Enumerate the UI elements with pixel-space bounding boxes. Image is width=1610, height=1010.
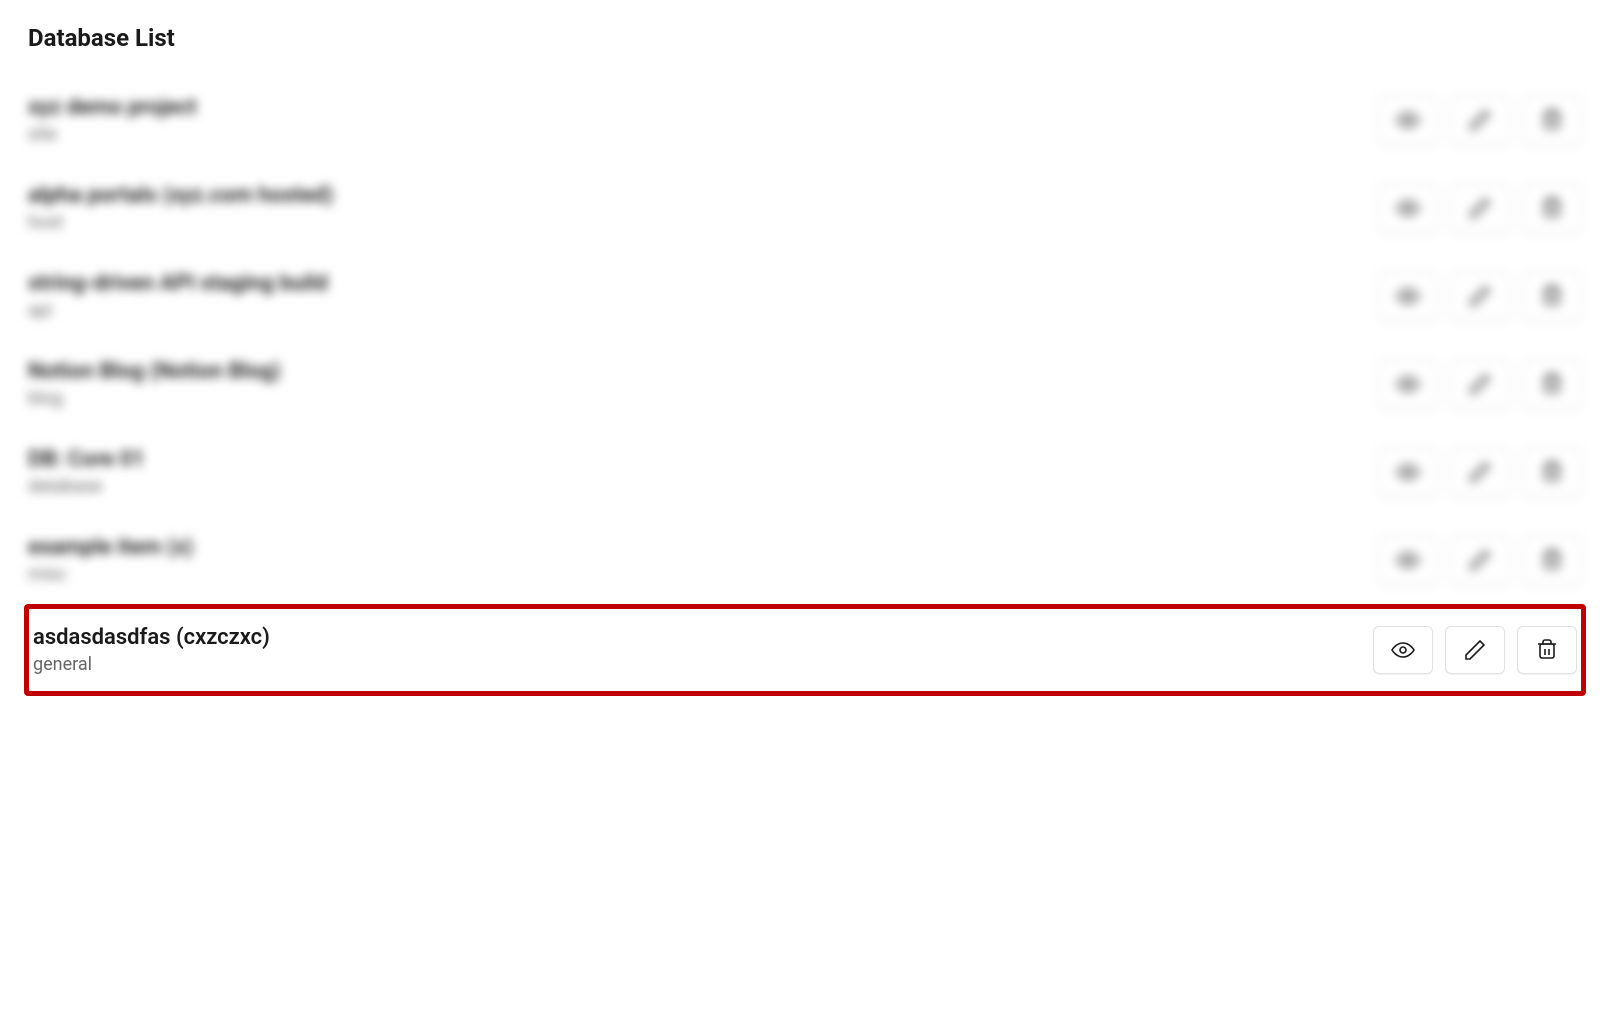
view-button[interactable]: [1378, 536, 1438, 584]
edit-button[interactable]: [1450, 184, 1510, 232]
trash-icon: [1540, 372, 1564, 396]
edit-button[interactable]: [1450, 360, 1510, 408]
view-button[interactable]: [1373, 626, 1433, 674]
eye-icon: [1396, 460, 1420, 484]
item-subtitle: api: [28, 300, 328, 321]
delete-button[interactable]: [1522, 184, 1582, 232]
trash-icon: [1535, 638, 1559, 662]
item-title: DB: Core 01: [28, 447, 145, 472]
edit-button[interactable]: [1450, 448, 1510, 496]
trash-icon: [1540, 196, 1564, 220]
view-button[interactable]: [1378, 184, 1438, 232]
eye-icon: [1396, 196, 1420, 220]
item-title: alpha portals (xyz.com hosted): [28, 183, 333, 208]
edit-button[interactable]: [1450, 536, 1510, 584]
list-item: DB: Core 01 database: [28, 428, 1582, 516]
trash-icon: [1540, 548, 1564, 572]
item-info: example item (x) misc: [28, 535, 193, 585]
item-title: example item (x): [28, 535, 193, 560]
list-item-highlighted: asdasdasdfas (cxzczxc) general: [24, 604, 1586, 696]
item-actions: [1373, 626, 1577, 674]
view-button[interactable]: [1378, 448, 1438, 496]
trash-icon: [1540, 108, 1564, 132]
list-item: xyz demo project site: [28, 76, 1582, 164]
item-subtitle: misc: [28, 564, 193, 585]
item-title: Notion Blog (Notion Blog): [28, 359, 281, 384]
pencil-icon: [1468, 460, 1492, 484]
item-actions: [1378, 272, 1582, 320]
delete-button[interactable]: [1522, 96, 1582, 144]
eye-icon: [1396, 284, 1420, 308]
item-title: xyz demo project: [28, 95, 197, 120]
item-actions: [1378, 96, 1582, 144]
delete-button[interactable]: [1522, 272, 1582, 320]
delete-button[interactable]: [1522, 536, 1582, 584]
trash-icon: [1540, 460, 1564, 484]
view-button[interactable]: [1378, 360, 1438, 408]
eye-icon: [1396, 372, 1420, 396]
item-info: alpha portals (xyz.com hosted) host: [28, 183, 333, 233]
item-subtitle: blog: [28, 388, 281, 409]
trash-icon: [1540, 284, 1564, 308]
item-subtitle: general: [33, 654, 270, 675]
database-list: xyz demo project site alpha portals (xyz…: [28, 76, 1582, 696]
delete-button[interactable]: [1522, 448, 1582, 496]
edit-button[interactable]: [1450, 96, 1510, 144]
item-subtitle: database: [28, 476, 145, 497]
list-item: alpha portals (xyz.com hosted) host: [28, 164, 1582, 252]
edit-button[interactable]: [1445, 626, 1505, 674]
delete-button[interactable]: [1522, 360, 1582, 408]
item-subtitle: site: [28, 124, 197, 145]
eye-icon: [1391, 638, 1415, 662]
pencil-icon: [1468, 196, 1492, 220]
item-actions: [1378, 536, 1582, 584]
item-info: asdasdasdfas (cxzczxc) general: [33, 625, 270, 675]
eye-icon: [1396, 108, 1420, 132]
page-title: Database List: [28, 24, 1582, 52]
item-info: DB: Core 01 database: [28, 447, 145, 497]
pencil-icon: [1468, 284, 1492, 308]
item-info: string-driven API staging build api: [28, 271, 328, 321]
eye-icon: [1396, 548, 1420, 572]
item-actions: [1378, 360, 1582, 408]
view-button[interactable]: [1378, 96, 1438, 144]
item-subtitle: host: [28, 212, 333, 233]
pencil-icon: [1463, 638, 1487, 662]
pencil-icon: [1468, 548, 1492, 572]
pencil-icon: [1468, 372, 1492, 396]
list-item: example item (x) misc: [28, 516, 1582, 604]
edit-button[interactable]: [1450, 272, 1510, 320]
list-item: Notion Blog (Notion Blog) blog: [28, 340, 1582, 428]
view-button[interactable]: [1378, 272, 1438, 320]
item-info: xyz demo project site: [28, 95, 197, 145]
item-title: asdasdasdfas (cxzczxc): [33, 625, 270, 650]
pencil-icon: [1468, 108, 1492, 132]
delete-button[interactable]: [1517, 626, 1577, 674]
item-title: string-driven API staging build: [28, 271, 328, 296]
item-info: Notion Blog (Notion Blog) blog: [28, 359, 281, 409]
item-actions: [1378, 184, 1582, 232]
item-actions: [1378, 448, 1582, 496]
list-item: string-driven API staging build api: [28, 252, 1582, 340]
